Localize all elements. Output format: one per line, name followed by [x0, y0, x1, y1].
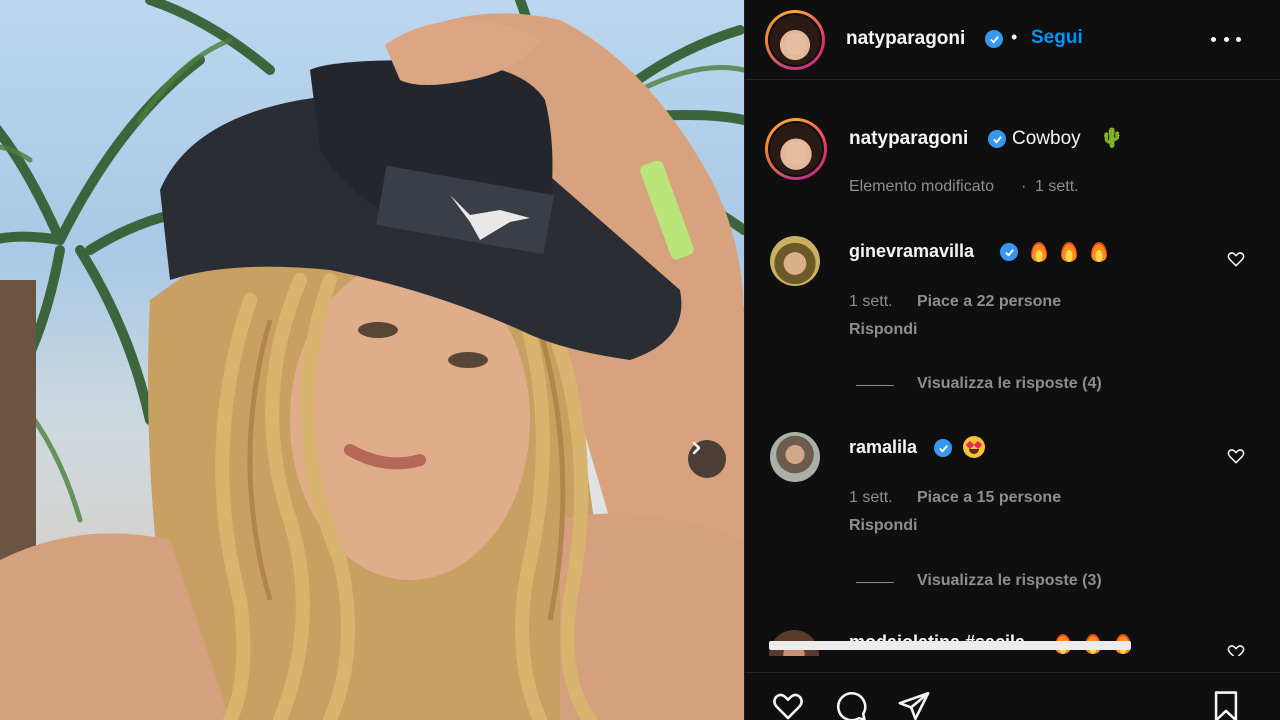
- replies-divider: [856, 582, 894, 583]
- verified-badge-icon: [985, 30, 1003, 48]
- heart-icon[interactable]: [1226, 642, 1246, 656]
- reply-button[interactable]: Rispondi: [849, 321, 917, 339]
- comment-icon[interactable]: [834, 689, 868, 720]
- caption-username[interactable]: natyparagoni: [849, 128, 968, 150]
- comment-time: 1 sett.: [849, 489, 893, 506]
- commenter-avatar[interactable]: [770, 432, 820, 482]
- post-photo[interactable]: [0, 0, 744, 720]
- comment-time: 1 sett.: [849, 293, 893, 310]
- view-replies-button[interactable]: Visualizza le risposte (4): [917, 375, 1102, 393]
- caption-avatar[interactable]: [765, 118, 827, 180]
- caption-text: Cowboy: [1012, 128, 1081, 149]
- heart-icon[interactable]: [1226, 249, 1246, 269]
- share-icon[interactable]: [897, 689, 931, 720]
- caption-time: 1 sett.: [1035, 178, 1079, 195]
- author-avatar[interactable]: [765, 10, 825, 70]
- heart-icon[interactable]: [1226, 446, 1246, 466]
- view-replies-button[interactable]: Visualizza le risposte (3): [917, 572, 1102, 590]
- cactus-emoji: 🌵: [1100, 128, 1124, 149]
- verified-badge-icon: [988, 130, 1006, 148]
- bookmark-icon[interactable]: [1209, 689, 1243, 720]
- replies-divider: [856, 385, 894, 386]
- more-options-icon[interactable]: [1211, 27, 1241, 51]
- reply-button[interactable]: Rispondi: [849, 517, 917, 535]
- post-header: natyparagoni • Segui: [745, 0, 1280, 80]
- post-detail-panel: natyparagoni • Segui natyparagoni Cowboy…: [744, 0, 1280, 720]
- photo-illustration: [0, 0, 744, 720]
- next-arrow-icon: [692, 441, 701, 455]
- heart-eyes-emoji: [963, 436, 985, 458]
- action-bar: [745, 672, 1280, 720]
- verified-badge-icon: [1000, 243, 1018, 261]
- heart-icon[interactable]: [771, 689, 805, 720]
- commenter-avatar[interactable]: [770, 236, 820, 286]
- comment-username[interactable]: ramalila: [849, 437, 917, 458]
- comment-likes[interactable]: Piace a 22 persone: [917, 293, 1061, 311]
- redaction-bar: [769, 641, 1131, 650]
- follow-button[interactable]: Segui: [1031, 27, 1083, 49]
- meta-separator: ·: [1021, 178, 1027, 195]
- separator-dot: •: [1011, 27, 1018, 47]
- author-username[interactable]: natyparagoni: [846, 28, 965, 50]
- verified-badge-icon: [934, 439, 952, 457]
- edited-label: Elemento modificato: [849, 178, 994, 195]
- comment-likes[interactable]: Piace a 15 persone: [917, 489, 1061, 507]
- next-photo-button[interactable]: [688, 440, 726, 478]
- fire-emoji: [1091, 242, 1107, 262]
- fire-emoji: [1031, 242, 1047, 262]
- comment-username[interactable]: ginevramavilla: [849, 241, 974, 262]
- fire-emoji: [1061, 242, 1077, 262]
